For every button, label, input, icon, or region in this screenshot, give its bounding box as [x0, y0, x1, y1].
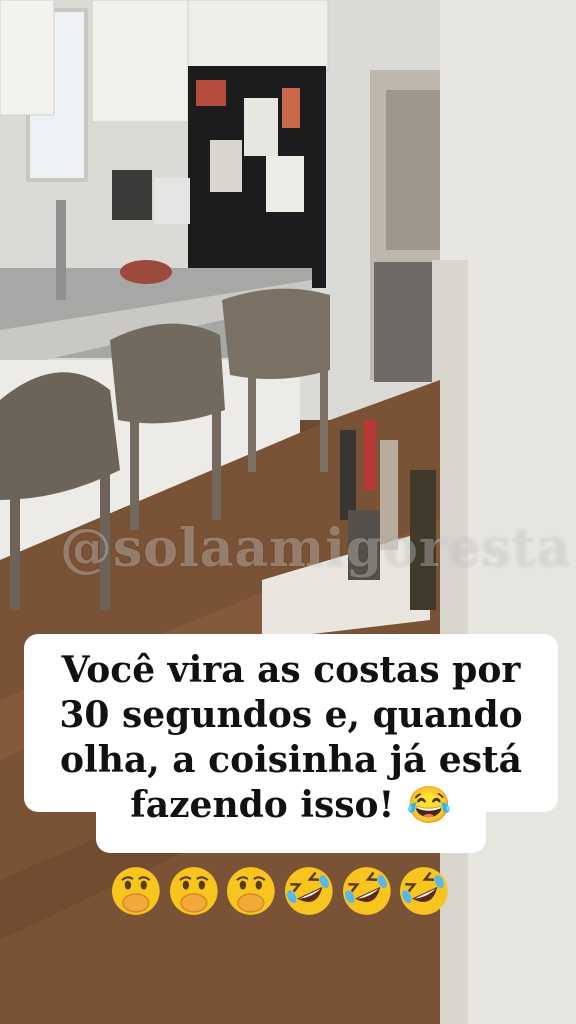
rolling-laughing-emoji-icon: [342, 867, 391, 915]
hand-over-mouth-emoji-icon: [169, 867, 218, 915]
caption-text: Você vira as costas por 30 segundos e, q…: [24, 648, 558, 828]
rolling-laughing-emoji-icon: [285, 867, 333, 915]
upper-cabinet-left: [0, 0, 55, 116]
caption-line: Você vira as costas por: [61, 649, 521, 691]
emoji-row: [110, 864, 450, 918]
hand-over-mouth-emoji-icon: [227, 867, 276, 915]
hand-over-mouth-emoji-icon: [111, 867, 160, 915]
upper-cabinet: [91, 0, 189, 123]
watermark: @solaamigoresta: [60, 518, 572, 579]
caption-line: fazendo isso! 😂: [130, 784, 452, 826]
caption-line: olha, a coisinha já está: [60, 739, 522, 781]
upper-cabinet-right: [187, 0, 329, 71]
rolling-laughing-emoji-icon: [400, 867, 449, 915]
caption-line: 30 segundos e, quando: [59, 694, 523, 736]
